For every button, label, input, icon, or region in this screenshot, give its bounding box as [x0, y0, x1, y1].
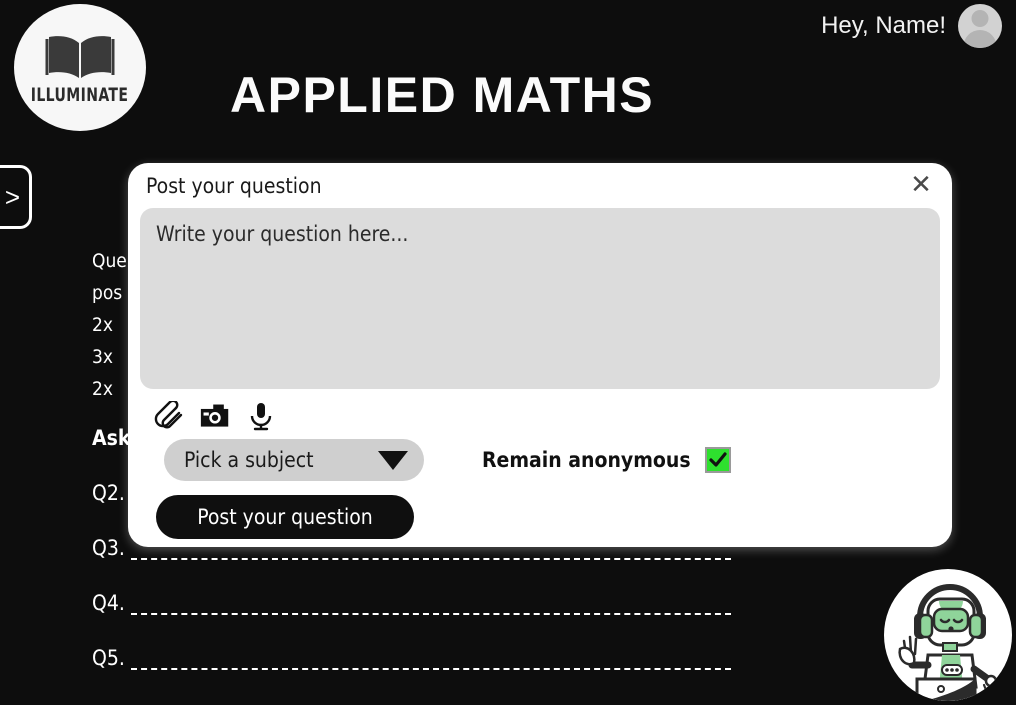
- robot-assistant-icon[interactable]: [884, 569, 1012, 701]
- modal-title: Post your question: [146, 173, 322, 198]
- remain-anonymous-field: Remain anonymous: [482, 447, 731, 473]
- app-root: Que pos 2x 3x 2x Ask Q2. Q3. Q4. Q5. ILL…: [0, 0, 1016, 705]
- question-label: Q5.: [92, 646, 125, 670]
- post-question-modal: Post your question ✕ Write your question…: [128, 163, 952, 547]
- remain-anonymous-label: Remain anonymous: [482, 448, 691, 472]
- open-book-icon: [45, 36, 115, 78]
- user-greeting-area: Hey, Name!: [821, 4, 1002, 48]
- paperclip-icon[interactable]: [154, 401, 184, 431]
- question-label: Q2.: [92, 481, 125, 505]
- avatar[interactable]: [958, 4, 1002, 48]
- chevron-down-icon: [378, 450, 408, 470]
- sidebar-toggle-button[interactable]: >: [0, 165, 32, 229]
- greeting-text: Hey, Name!: [821, 12, 946, 39]
- close-icon[interactable]: ✕: [908, 171, 934, 198]
- robot-illustration: [898, 584, 999, 701]
- logo-wordmark: ILLUMINATE: [31, 84, 129, 106]
- question-input[interactable]: Write your question here...: [140, 208, 940, 389]
- question-label: Q4.: [92, 591, 125, 615]
- check-icon: [709, 452, 727, 467]
- question-answer-line[interactable]: [130, 597, 731, 615]
- question-input-placeholder: Write your question here...: [156, 222, 409, 246]
- microphone-icon[interactable]: [246, 401, 276, 431]
- remain-anonymous-checkbox[interactable]: [704, 447, 731, 473]
- question-row: Q5.: [92, 646, 792, 670]
- page-title: APPLIED MATHS: [230, 67, 655, 123]
- post-question-button-label: Post your question: [197, 505, 373, 529]
- post-question-button[interactable]: Post your question: [156, 495, 414, 539]
- question-answer-line[interactable]: [130, 652, 731, 670]
- modal-options-row: Pick a subject Remain anonymous: [128, 431, 952, 481]
- chevron-right-icon: >: [4, 181, 21, 212]
- modal-header: Post your question ✕: [128, 163, 952, 208]
- app-logo[interactable]: ILLUMINATE: [14, 4, 146, 131]
- subject-select-value: Pick a subject: [184, 448, 314, 472]
- camera-icon[interactable]: [200, 401, 230, 431]
- subject-select[interactable]: Pick a subject: [164, 439, 424, 481]
- avatar-head-shape: [971, 10, 989, 27]
- question-row: Q4.: [92, 591, 792, 615]
- question-label: Q3.: [92, 536, 125, 560]
- avatar-body-shape: [963, 30, 997, 48]
- attachment-toolbar: [128, 389, 952, 431]
